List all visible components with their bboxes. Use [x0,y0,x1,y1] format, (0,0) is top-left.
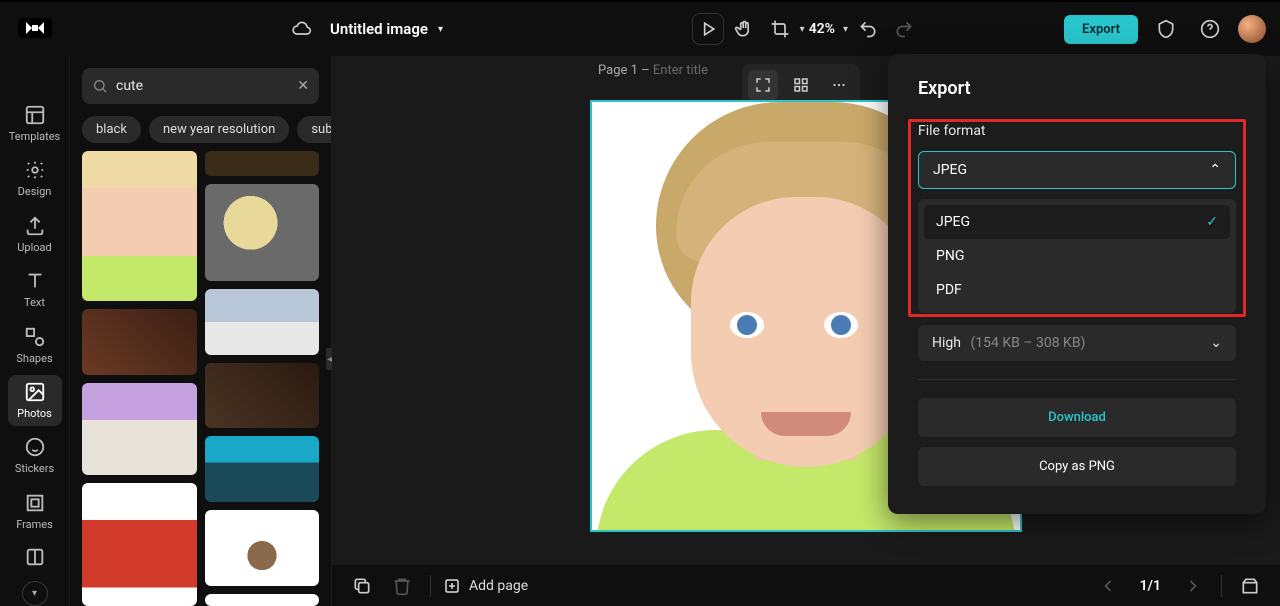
hand-tool-icon[interactable] [728,13,760,45]
rail-label: Photos [17,407,52,420]
crop-chevron-icon[interactable]: ▾ [800,24,805,35]
chevron-down-icon: ⌄ [1210,335,1222,351]
copy-png-button[interactable]: Copy as PNG [918,447,1236,486]
chevron-down-icon: ▾ [438,24,443,35]
crop-tool-icon[interactable] [764,13,796,45]
export-title: Export [918,78,1236,99]
option-label: JPEG [936,214,970,230]
photo-thumb[interactable] [82,383,197,474]
download-button[interactable]: Download [918,398,1236,437]
fullscreen-icon[interactable] [748,70,778,100]
rail-frames[interactable]: Frames [8,485,62,536]
clear-search-icon[interactable]: ✕ [297,78,309,94]
format-dropdown: JPEG ✓ PNG PDF [918,199,1236,313]
duplicate-page-icon[interactable] [346,570,378,602]
quality-label: High [932,335,961,351]
shield-icon[interactable] [1150,13,1182,45]
zoom-chevron-icon[interactable]: ▾ [843,24,848,35]
file-format-select[interactable]: JPEG ⌃ [918,151,1236,189]
side-panel: ✕ black new year resolution subscribe [70,56,332,606]
undo-icon[interactable] [852,13,884,45]
chevron-down-icon: ▾ [32,588,37,599]
format-option-png[interactable]: PNG [924,239,1230,273]
top-toolbar: Untitled image ▾ ▾ 42% ▾ [0,0,1280,56]
search-icon [92,78,108,94]
more-options-icon[interactable] [824,70,854,100]
rail-label: Templates [9,130,60,143]
user-avatar[interactable] [1238,15,1266,43]
file-format-label: File format [918,123,1236,139]
export-button[interactable]: Export [1064,15,1138,44]
next-page-icon [1177,570,1209,602]
rail-more-tool[interactable] [8,541,62,573]
rail-label: Shapes [16,352,52,365]
rail-more-button[interactable]: ▾ [22,581,48,606]
rail-templates[interactable]: Templates [8,98,62,149]
photo-thumb[interactable] [82,151,197,301]
delete-page-icon [386,570,418,602]
format-option-pdf[interactable]: PDF [924,273,1230,307]
rail-shapes[interactable]: Shapes [8,319,62,370]
page-indicator: Page 1 – [598,63,650,78]
left-rail: Templates Design Upload Text Shapes Phot… [0,56,70,606]
photo-thumb[interactable] [205,184,320,281]
photo-grid [70,151,331,606]
photo-thumb[interactable] [205,594,320,606]
format-option-jpeg[interactable]: JPEG ✓ [924,205,1230,239]
app-logo[interactable] [18,14,52,42]
chip[interactable]: subscribe [297,116,331,143]
add-page-label: Add page [469,578,528,594]
doc-title-text: Untitled image [330,20,428,38]
add-page-button[interactable]: Add page [443,577,528,595]
selected-format: JPEG [933,162,967,178]
export-panel: Export File format JPEG ⌃ JPEG ✓ PNG PDF… [888,54,1266,514]
help-icon[interactable] [1194,13,1226,45]
option-label: PDF [936,282,962,298]
suggestion-chips: black new year resolution subscribe [70,116,331,151]
option-label: PNG [936,248,964,264]
rail-stickers[interactable]: Stickers [8,430,62,481]
rail-label: Frames [16,518,53,531]
quality-detail: (154 KB – 308 KB) [970,335,1085,351]
play-icon[interactable] [692,13,724,45]
photo-thumb[interactable] [205,363,320,428]
quality-select[interactable]: High (154 KB – 308 KB) ⌄ [918,325,1236,361]
rail-label: Text [24,296,45,309]
photo-thumb[interactable] [205,510,320,586]
prev-page-icon [1092,570,1124,602]
doc-title[interactable]: Untitled image ▾ [330,20,443,38]
bottom-bar: Add page 1/1 [332,564,1280,606]
rail-photos[interactable]: Photos [8,375,62,426]
grid-view-icon[interactable] [786,70,816,100]
rail-label: Upload [17,241,51,254]
rail-upload[interactable]: Upload [8,209,62,260]
zoom-level[interactable]: 42% [809,21,835,37]
cloud-sync-icon[interactable] [286,13,318,45]
rail-label: Design [18,185,52,198]
check-icon: ✓ [1206,214,1218,230]
page-title-input[interactable]: Enter title [653,63,708,78]
redo-icon [888,13,920,45]
photo-thumb[interactable] [205,436,320,501]
layers-panel-icon[interactable] [1234,570,1266,602]
photo-thumb[interactable] [82,483,197,606]
search-bar: ✕ [82,68,319,104]
photo-thumb[interactable] [205,151,320,176]
photo-thumb[interactable] [205,289,320,354]
search-input[interactable] [108,78,297,94]
photo-thumb[interactable] [82,309,197,375]
page-count: 1/1 [1140,578,1161,594]
rail-design[interactable]: Design [8,153,62,204]
chevron-up-icon: ⌃ [1209,162,1221,178]
chip[interactable]: new year resolution [149,116,289,143]
rail-text[interactable]: Text [8,264,62,315]
rail-label: Stickers [15,462,54,475]
chip[interactable]: black [82,116,141,143]
